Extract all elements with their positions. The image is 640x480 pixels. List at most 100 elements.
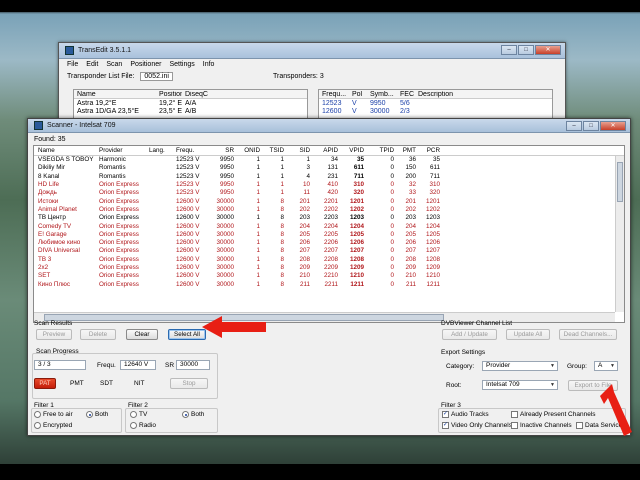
col-sid[interactable]: SID	[284, 147, 311, 155]
table-row[interactable]: SET Orion Express 12600 V 30000 1 8 210 2210 121…	[34, 272, 624, 280]
minimize-icon[interactable]: –	[566, 121, 582, 131]
close-icon[interactable]: ✕	[535, 45, 561, 55]
select-all-button[interactable]: Select All	[168, 329, 206, 340]
export-to-file-button[interactable]: Export to File	[568, 380, 618, 391]
cell: 8	[280, 264, 284, 271]
encrypted-radio[interactable]	[34, 422, 41, 429]
table-row[interactable]: E! Garage Orion Express 12600 V 30000 1 8 205 2…	[34, 231, 624, 239]
col-diseqc[interactable]: DiseqC	[182, 91, 222, 98]
menu-info[interactable]: Info	[203, 61, 215, 68]
transedit-titlebar[interactable]: TransEdit 3.5.1.1	[59, 43, 565, 59]
data-services-checkbox[interactable]	[576, 422, 583, 429]
table-row[interactable]: ТВ 3 Orion Express 12600 V 30000 1 8 208 2208 12…	[34, 256, 624, 264]
close-icon[interactable]: ✕	[600, 121, 626, 131]
tv-radio[interactable]	[130, 411, 137, 418]
cell: 12523 V	[176, 164, 200, 172]
table-row[interactable]: Astra 1D/GA 23,5°E 23,5° E A/B	[74, 107, 307, 115]
transponder-list-file[interactable]: 0052.ini	[140, 72, 173, 81]
scanner-titlebar[interactable]: Scanner - Intelsat 709	[28, 119, 630, 133]
table-row[interactable]: Astra 19,2°E 19,2° E A/A	[74, 99, 307, 107]
table-row[interactable]: Любимое кино Orion Express 12600 V 30000 1 8 2…	[34, 239, 624, 247]
col-name[interactable]: Name	[74, 91, 156, 98]
menu-positioner[interactable]: Positioner	[130, 61, 161, 68]
horizontal-scrollbar[interactable]	[34, 312, 615, 322]
table-row[interactable]: Кино Плюс Orion Express 12600 V 30000 1 8 211 2…	[34, 280, 624, 288]
table-row[interactable]: Animal Planet Orion Express 12600 V 30000 1 8…	[34, 206, 624, 214]
col-tpid[interactable]: TPID	[364, 147, 394, 155]
audio-tracks-checkbox[interactable]: ✓	[442, 411, 449, 418]
both-radio-filter2[interactable]	[182, 411, 189, 418]
col-apid[interactable]: APID	[310, 147, 338, 155]
cell: 1	[256, 222, 260, 230]
table-row[interactable]: DIVA Universal Orion Express 12600 V 30000 1…	[34, 247, 624, 255]
add-update-button[interactable]: Add / Update	[442, 329, 497, 340]
table-row[interactable]: VSEGDA S TOBOY Harmonic 12523 V 9950 1 1 1 34 35…	[34, 156, 624, 164]
cell: Orion Express	[99, 239, 139, 247]
menu-scan[interactable]: Scan	[106, 61, 122, 68]
minimize-icon[interactable]: –	[501, 45, 517, 55]
data-services-label: Data Services	[585, 422, 626, 429]
stop-button[interactable]: Stop	[170, 378, 208, 389]
table-row[interactable]: ТВ Центр Orion Express 12600 V 30000 1 8 203 22…	[34, 214, 624, 222]
already-present-checkbox[interactable]	[511, 411, 518, 418]
cell: Orion Express	[99, 189, 139, 197]
update-all-button[interactable]: Update All	[506, 329, 550, 340]
table-row[interactable]: Dikiliy Mir Romantis 12523 V 9950 1 1 3 131 611 0…	[34, 164, 624, 172]
cell: 204	[405, 222, 416, 230]
menu-file[interactable]: File	[67, 61, 78, 68]
free-to-air-radio[interactable]	[34, 411, 41, 418]
category-select[interactable]: Provider ▼	[482, 361, 558, 371]
table-row[interactable]: Дождь Orion Express 12523 V 9950 1 1 11 420 320 0…	[34, 189, 624, 197]
cell: Истоки	[38, 197, 59, 205]
cell: 12600 V	[176, 197, 200, 205]
preview-button[interactable]: Preview	[36, 329, 72, 340]
col-vpid[interactable]: VPID	[338, 147, 364, 155]
col-pol[interactable]: Pol	[349, 91, 367, 98]
root-select[interactable]: Intelsat 709 ▼	[482, 380, 558, 390]
table-row[interactable]: Истоки Orion Express 12600 V 30000 1 8 201 2201…	[34, 197, 624, 205]
col-onid[interactable]: ONID	[234, 147, 260, 155]
cell: SET	[38, 272, 51, 280]
col-position[interactable]: Position	[156, 91, 182, 98]
col-fec[interactable]: FEC	[397, 91, 415, 98]
table-row[interactable]: 8 Kanal Romantis 12523 V 9950 1 1 4 231 711 0 200 7…	[34, 173, 624, 181]
both-radio-filter1[interactable]	[86, 411, 93, 418]
col-frequ[interactable]: Frequ...	[319, 91, 349, 98]
col-sr[interactable]: SR	[208, 147, 234, 155]
col-pmt[interactable]: PMT	[394, 147, 416, 155]
col-lang[interactable]: Lang.	[146, 147, 174, 155]
table-row[interactable]: 2x2 Orion Express 12600 V 30000 1 8 209 2209 120…	[34, 264, 624, 272]
col-frequ[interactable]: Frequ.	[174, 147, 208, 155]
cell: 9950	[219, 172, 234, 180]
video-only-checkbox[interactable]: ✓	[442, 422, 449, 429]
table-row[interactable]: Comedy TV Orion Express 12600 V 30000 1 8 204 2…	[34, 222, 624, 230]
col-name[interactable]: Name	[34, 147, 96, 155]
cell: 1	[256, 247, 260, 255]
progress-field: 3 / 3	[34, 360, 86, 370]
col-description[interactable]: Description	[415, 91, 475, 98]
col-symb[interactable]: Symb...	[367, 91, 397, 98]
delete-button[interactable]: Delete	[80, 329, 116, 340]
table-row[interactable]: HD Life Orion Express 12523 V 9950 1 1 10 410 31…	[34, 181, 624, 189]
cell: Romantis	[99, 172, 126, 180]
table-row[interactable]: 12523 V 9950 5/6	[319, 99, 552, 107]
radio-radio[interactable]	[130, 422, 137, 429]
inactive-checkbox[interactable]	[511, 422, 518, 429]
cell: 1	[256, 205, 260, 213]
col-provider[interactable]: Provider	[96, 147, 146, 155]
cell: 12600 V	[176, 230, 200, 238]
menu-settings[interactable]: Settings	[169, 61, 194, 68]
dead-channels-button[interactable]: Dead Channels...	[559, 329, 617, 340]
scroll-thumb[interactable]	[617, 162, 623, 202]
cell: 30000	[216, 222, 234, 230]
maximize-icon[interactable]: □	[583, 121, 599, 131]
maximize-icon[interactable]: □	[518, 45, 534, 55]
clear-button[interactable]: Clear	[126, 329, 158, 340]
vertical-scrollbar[interactable]	[615, 156, 624, 312]
col-tsid[interactable]: TSID	[260, 147, 284, 155]
menu-edit[interactable]: Edit	[86, 61, 98, 68]
col-pcr[interactable]: PCR	[416, 147, 440, 155]
group-select[interactable]: A ▼	[594, 361, 618, 371]
scroll-thumb[interactable]	[44, 314, 444, 321]
table-row[interactable]: 12600 V 30000 2/3	[319, 107, 552, 115]
